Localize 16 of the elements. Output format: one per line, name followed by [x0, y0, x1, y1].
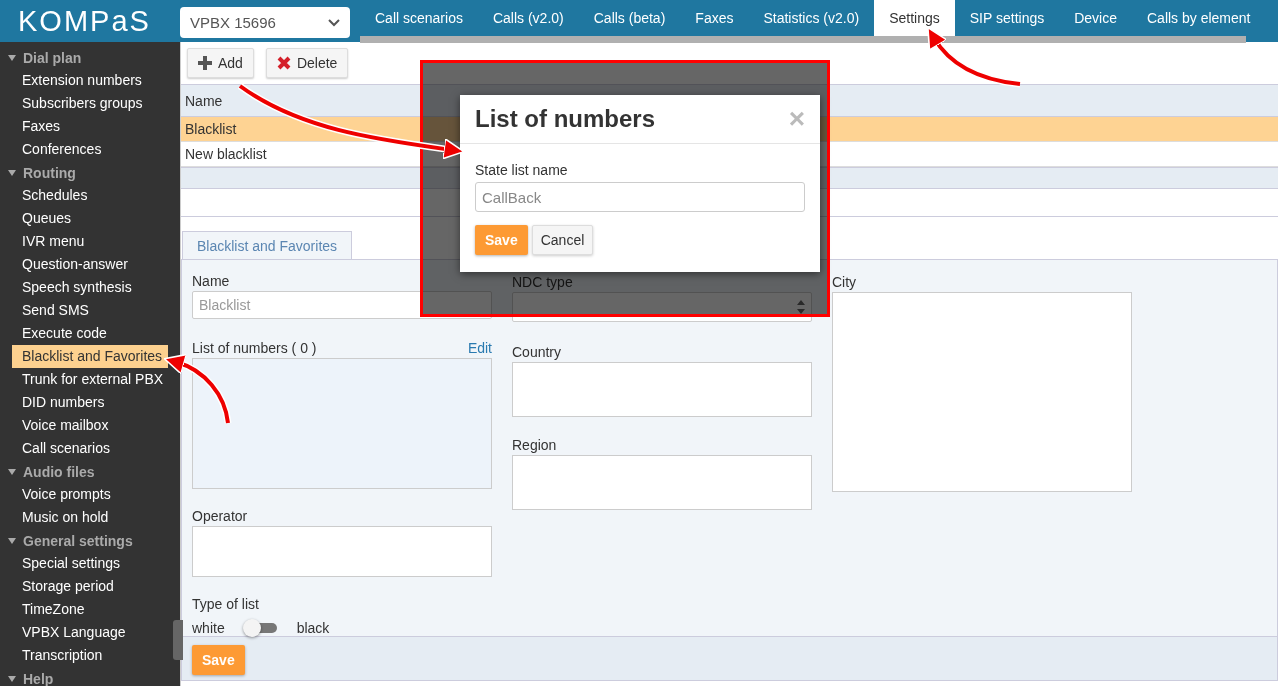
field-label: Type of list: [192, 596, 259, 612]
column-header: Name: [185, 92, 223, 109]
field-label: Region: [512, 437, 557, 453]
field-label: State list name: [475, 162, 569, 178]
field-label: Name: [192, 272, 230, 289]
field-label: NDC type: [512, 274, 573, 290]
logo: KOMPaS: [18, 4, 151, 38]
field-label: List of numbers ( 0 ): [192, 339, 317, 356]
toggle-label: black: [296, 620, 330, 636]
field-label: City: [832, 274, 857, 290]
field-label: Country: [512, 344, 562, 360]
table-cell: Blacklist: [185, 121, 237, 137]
dialog-title: List of numbers: [475, 105, 655, 133]
table-cell: New blacklist: [185, 146, 267, 162]
field-label: Operator: [192, 507, 248, 524]
toggle-label: white: [192, 620, 225, 636]
